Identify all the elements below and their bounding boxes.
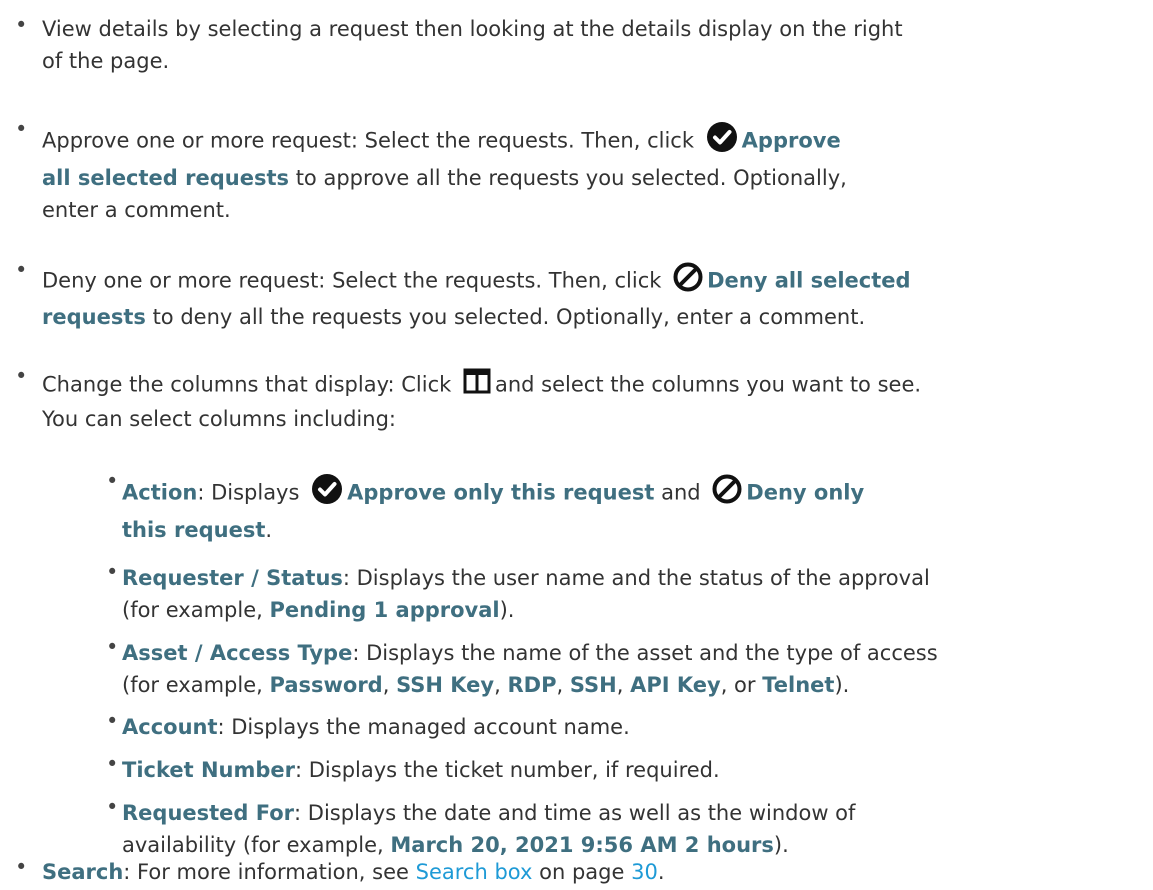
list-item: Requested For: Displays the date and tim…	[122, 797, 855, 861]
access-type: RDP	[507, 673, 557, 697]
item-text: .	[265, 518, 273, 542]
list-item: Search: For more information, see Search…	[42, 856, 665, 888]
item-text: or	[734, 673, 756, 697]
deny-circle-icon	[673, 262, 703, 301]
column-name: Account	[122, 715, 218, 739]
item-text: : For more information, see	[123, 860, 409, 884]
column-name: Requester / Status	[122, 566, 343, 590]
item-text: availability (for example,	[122, 833, 384, 857]
list-item: Change the columns that display: Click a…	[42, 368, 921, 435]
check-circle-icon	[706, 121, 738, 162]
access-type: API Key	[630, 673, 721, 697]
access-type: Telnet	[762, 673, 835, 697]
access-type: SSH Key	[396, 673, 495, 697]
approve-label: Approve	[741, 128, 841, 153]
item-text: on page	[539, 860, 625, 884]
check-circle-icon	[311, 473, 343, 514]
item-text: : Displays the user name and the status …	[342, 566, 930, 590]
bullet: •	[106, 469, 119, 493]
item-text: : Displays	[197, 480, 300, 505]
item-text: : Displays the managed account name.	[217, 715, 630, 739]
search-box-link[interactable]: Search box	[416, 860, 533, 884]
bullet: •	[15, 364, 28, 388]
item-text: Change the columns that display: Click	[42, 372, 452, 397]
list-item: Ticket Number: Displays the ticket numbe…	[122, 754, 720, 786]
item-text: (for example,	[122, 673, 263, 697]
column-name: Asset / Access Type	[122, 641, 353, 665]
columns-icon	[463, 368, 491, 403]
approve-label: all selected requests	[42, 166, 289, 190]
bullet: •	[15, 13, 28, 37]
list-item: View details by selecting a request then…	[42, 13, 903, 77]
item-text: (for example,	[122, 598, 263, 622]
deny-label: this request	[122, 518, 266, 542]
bullet: •	[106, 709, 119, 733]
item-text: enter a comment.	[42, 198, 231, 222]
item-text: ).	[499, 598, 515, 622]
bullet: •	[15, 258, 28, 282]
bullet: •	[106, 560, 119, 584]
search-label: Search	[42, 860, 124, 884]
item-text: and select the columns you want to see.	[494, 372, 922, 397]
column-name: Ticket Number	[122, 758, 296, 782]
list-item: Account: Displays the managed account na…	[122, 711, 630, 743]
column-name: Action	[122, 480, 198, 505]
approve-label: Approve only this request	[347, 480, 655, 505]
item-text: View details by selecting a request then…	[42, 17, 903, 41]
item-text: ).	[834, 673, 850, 697]
page-30-link[interactable]: 30	[631, 860, 658, 884]
bullet: •	[106, 635, 119, 659]
item-text: You can select columns including:	[42, 407, 396, 431]
item-text: and	[661, 480, 701, 505]
example-value: March 20, 2021 9:56 AM 2 hours	[390, 833, 774, 857]
deny-circle-icon	[712, 474, 742, 513]
item-text: : Displays the name of the asset and the…	[352, 641, 938, 665]
item-text: to deny all the requests you selected. O…	[152, 305, 866, 329]
item-text: to approve all the requests you selected…	[295, 166, 847, 190]
document-page: • View details by selecting a request th…	[0, 0, 1153, 890]
item-text: : Displays the date and time as well as …	[294, 801, 856, 825]
list-item: Action: Displays Approve only this reque…	[122, 473, 864, 546]
access-type: SSH	[569, 673, 617, 697]
list-item: Deny one or more request: Select the req…	[42, 262, 911, 333]
bullet: •	[106, 752, 119, 776]
item-text: ).	[773, 833, 789, 857]
item-text: .	[657, 860, 665, 884]
bullet: •	[15, 855, 28, 879]
list-item: Requester / Status: Displays the user na…	[122, 562, 930, 626]
deny-label: requests	[42, 305, 146, 329]
item-text: Deny one or more request: Select the req…	[42, 268, 662, 293]
list-item: Asset / Access Type: Displays the name o…	[122, 641, 938, 697]
item-text: Approve one or more request: Select the …	[42, 128, 694, 153]
list-item: Approve one or more request: Select the …	[42, 121, 847, 226]
bullet: •	[15, 117, 28, 141]
item-text: : Displays the ticket number, if require…	[295, 758, 720, 782]
example-value: Pending 1 approval	[269, 598, 500, 622]
access-type: Password	[269, 673, 383, 697]
bullet: •	[106, 795, 119, 819]
item-text: of the page.	[42, 49, 170, 73]
column-name: Requested For	[122, 801, 295, 825]
deny-label: Deny all selected	[707, 268, 911, 293]
deny-label: Deny only	[746, 480, 865, 505]
